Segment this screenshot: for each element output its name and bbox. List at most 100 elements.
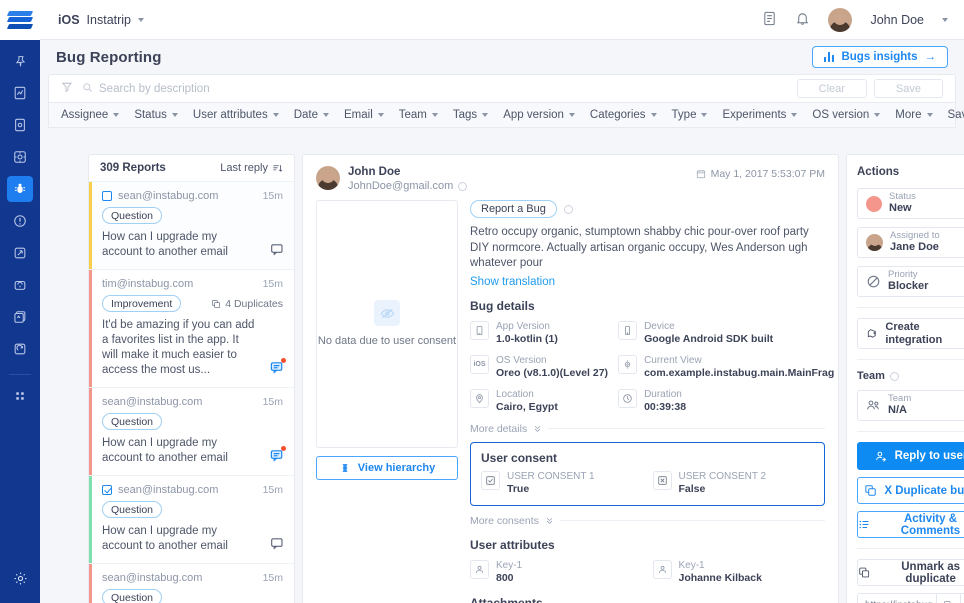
filter-label: App version <box>503 109 564 121</box>
list-item-time: 15m <box>262 396 283 408</box>
avatar[interactable] <box>828 7 853 32</box>
list-item-tag: Question <box>102 413 163 430</box>
team-select[interactable]: Team N/A <box>857 390 964 421</box>
status-select[interactable]: Status New <box>857 188 964 219</box>
user-menu-chevron-down-icon[interactable] <box>942 17 948 22</box>
list-item-time: 15m <box>262 572 283 584</box>
filter-type[interactable]: Type <box>672 109 708 121</box>
project-switcher[interactable]: iOS Instatrip <box>58 12 145 27</box>
info-icon[interactable] <box>458 181 468 191</box>
in-app-chat-icon[interactable] <box>7 272 33 298</box>
filter-label: Categories <box>589 109 646 121</box>
filter-email[interactable]: Email <box>344 109 384 121</box>
search-input[interactable] <box>99 82 790 95</box>
assignee-select[interactable]: Assigned to Jane Doe <box>857 227 964 258</box>
field-key: Duration <box>644 388 682 400</box>
field-value: 800 <box>496 571 514 584</box>
filter-experiments[interactable]: Experiments <box>722 109 798 121</box>
field-key: USER CONSENT 2 <box>678 470 767 482</box>
list-item[interactable]: sean@instabug.com 15m Question How can I… <box>89 476 294 564</box>
sessions-icon[interactable] <box>7 336 33 362</box>
bell-icon[interactable] <box>795 11 810 29</box>
saved-filters[interactable]: Saved filters <box>948 109 964 121</box>
reporter-name: John Doe <box>348 166 401 178</box>
filter-app-version[interactable]: App version <box>503 109 575 121</box>
report-content: Report a Bug Retro occupy organic, stump… <box>470 200 834 603</box>
chevron-down-icon <box>791 113 798 117</box>
notes-icon[interactable] <box>762 11 777 29</box>
sidebar-item-bug-reporting[interactable] <box>7 176 33 202</box>
list-item-reply-icon[interactable] <box>270 536 285 554</box>
filter-label: OS version <box>812 109 870 121</box>
filter-user-attributes[interactable]: User attributes <box>193 109 279 121</box>
filter-categories[interactable]: Categories <box>590 109 657 121</box>
hierarchy-icon <box>342 464 348 472</box>
more-consents-toggle[interactable]: More consents <box>470 515 825 527</box>
filter-tags[interactable]: Tags <box>453 109 489 121</box>
filter-funnel-icon[interactable] <box>61 81 73 96</box>
page-container: Bug Reporting Bugs insights → Clear Save <box>40 40 964 603</box>
duplicate-bugs-button[interactable]: X Duplicate bugs <box>857 477 964 504</box>
apps-grid-icon[interactable] <box>7 383 33 409</box>
filter-status[interactable]: Status <box>134 109 178 121</box>
list-item-reply-icon[interactable] <box>270 358 286 378</box>
info-icon[interactable] <box>563 204 573 214</box>
filter-date[interactable]: Date <box>294 109 329 121</box>
copy-icon[interactable] <box>936 594 960 603</box>
page-title: Bug Reporting <box>56 48 162 66</box>
list-item[interactable]: sean@instabug.com 15m Question How can I… <box>89 564 294 603</box>
list-item-accent-bar <box>89 270 92 387</box>
list-item-checkbox[interactable] <box>102 191 112 201</box>
status-color-swatch <box>866 195 882 212</box>
list-item-tag: Question <box>102 589 163 603</box>
arrow-right-icon: → <box>924 51 937 63</box>
dashboard-icon[interactable] <box>7 80 33 106</box>
list-item-reply-icon[interactable] <box>270 446 286 466</box>
priority-select[interactable]: Priority Blocker <box>857 266 964 297</box>
more-details-toggle[interactable]: More details <box>470 423 825 435</box>
link-icon[interactable] <box>960 594 964 603</box>
filter-assignee[interactable]: Assignee <box>61 109 120 121</box>
bugs-insights-button[interactable]: Bugs insights → <box>811 46 948 68</box>
create-integration-button[interactable]: Create integration <box>857 318 964 349</box>
bar-chart-icon <box>823 52 835 62</box>
filter-more[interactable]: More <box>895 109 933 121</box>
view-hierarchy-button[interactable]: View hierarchy <box>316 456 458 480</box>
repro-steps-icon[interactable] <box>7 304 33 330</box>
screenshot-placeholder-text: No data due to user consent <box>317 335 457 347</box>
list-item[interactable]: sean@instabug.com 15m Question How can I… <box>89 388 294 476</box>
reports-list[interactable]: sean@instabug.com 15m Question How can I… <box>89 182 294 603</box>
unmark-duplicate-button[interactable]: Unmark as duplicate <box>857 559 964 586</box>
activity-comments-button[interactable]: Activity & Comments <box>857 511 964 538</box>
list-item-text: It'd be amazing if you can add a favorit… <box>102 319 255 376</box>
info-icon[interactable] <box>889 371 899 381</box>
reply-to-user-button[interactable]: Reply to user <box>857 442 964 470</box>
sort-control[interactable]: Last reply <box>220 162 283 174</box>
platform-label: iOS <box>58 12 80 27</box>
integration-plus-icon <box>867 329 876 338</box>
filter-team[interactable]: Team <box>399 109 438 121</box>
list-item-checkbox[interactable] <box>102 485 112 495</box>
more-consents-label: More consents <box>470 514 539 527</box>
filter-label: Email <box>344 109 373 121</box>
field-value: Johanne Kilback <box>678 571 762 584</box>
filter-os-version[interactable]: OS version <box>812 109 881 121</box>
reports-count: 309 Reports <box>100 162 166 174</box>
crash-reporting-icon[interactable] <box>7 208 33 234</box>
show-translation-link[interactable]: Show translation <box>470 276 825 288</box>
pin-icon[interactable] <box>7 48 33 74</box>
feature-requests-icon[interactable] <box>7 240 33 266</box>
apm-icon[interactable] <box>7 144 33 170</box>
save-button[interactable]: Save <box>873 79 943 98</box>
surveys-icon[interactable] <box>7 112 33 138</box>
list-item-reply-icon[interactable] <box>270 242 285 260</box>
clear-button[interactable]: Clear <box>796 79 867 98</box>
brand-logo[interactable] <box>0 0 40 40</box>
share-url-row[interactable]: https://instabug.co.. <box>857 593 964 603</box>
list-item[interactable]: sean@instabug.com 15m Question How can I… <box>89 182 294 270</box>
list-item[interactable]: tim@instabug.com 15m Improvement 4 Dupli… <box>89 270 294 388</box>
filter-bar: Assignee Status User attributes Date Ema… <box>48 102 964 128</box>
team-icon <box>867 400 879 410</box>
reporter-avatar <box>316 166 340 190</box>
gear-icon[interactable] <box>7 565 33 591</box>
